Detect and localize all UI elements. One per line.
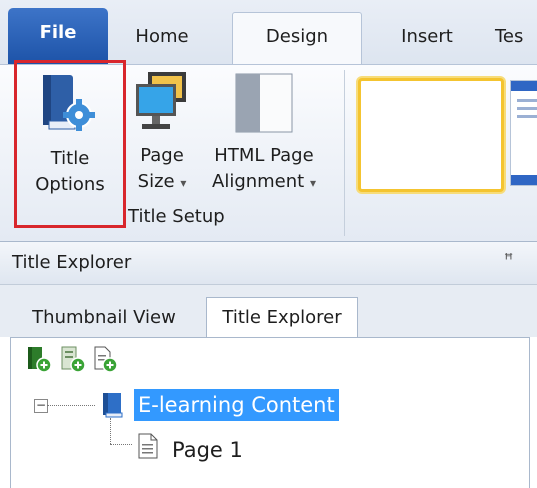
tab-file[interactable]: File <box>8 8 108 64</box>
page-size-label-1: Page <box>140 145 184 166</box>
tree-connector <box>110 444 132 445</box>
page-size-button[interactable]: Page Size ▾ <box>130 70 194 200</box>
book-icon <box>103 393 123 418</box>
book-gear-icon <box>43 75 95 131</box>
add-chapter-icon[interactable] <box>60 345 86 373</box>
tab-partial[interactable]: Tes <box>495 14 537 64</box>
tab-thumbnail-view[interactable]: Thumbnail View <box>14 299 194 337</box>
collapse-toggle-icon[interactable]: − <box>34 399 48 413</box>
ribbon-group-label: Title Setup <box>128 206 225 227</box>
html-page-alignment-button[interactable]: HTML Page Alignment ▾ <box>200 70 328 200</box>
html-alignment-label-1: HTML Page <box>214 145 314 166</box>
theme-thumbnail-selected[interactable] <box>358 78 504 192</box>
tab-home[interactable]: Home <box>112 14 212 64</box>
add-page-icon[interactable] <box>92 345 118 373</box>
ribbon-group-separator <box>344 70 345 236</box>
panel-title: Title Explorer <box>12 252 132 273</box>
tab-insert[interactable]: Insert <box>372 14 482 64</box>
tab-title-explorer[interactable]: Title Explorer <box>206 297 358 339</box>
title-options-label-2: Options <box>35 174 105 195</box>
html-alignment-label-2: Alignment ▾ <box>212 171 316 192</box>
tree-connector <box>110 418 111 444</box>
monitor-icon <box>136 72 186 129</box>
theme-preview-icon <box>511 81 537 185</box>
page-alignment-icon <box>235 73 293 133</box>
dropdown-arrow-icon: ▾ <box>180 176 187 190</box>
panel-header: Title Explorer ꟸ <box>0 242 537 285</box>
title-options-label-1: Title <box>50 148 90 169</box>
page-size-label-2: Size ▾ <box>137 171 187 192</box>
panel-tab-bar: Thumbnail View Title Explorer <box>0 285 537 339</box>
theme-thumbnail[interactable] <box>510 80 537 186</box>
dropdown-arrow-icon: ▾ <box>309 176 316 190</box>
tree-item-page[interactable]: Page 1 <box>172 434 243 466</box>
tree-item-root[interactable]: E-learning Content <box>134 389 339 421</box>
ribbon-tab-bar: File Home Design Insert Tes <box>0 0 537 66</box>
tab-design[interactable]: Design <box>232 12 362 66</box>
title-options-button[interactable]: Title Options <box>14 60 126 228</box>
page-icon <box>138 433 158 459</box>
pin-icon[interactable]: ꟸ <box>504 250 513 269</box>
tree-connector <box>47 405 95 406</box>
add-book-icon[interactable] <box>26 345 52 373</box>
